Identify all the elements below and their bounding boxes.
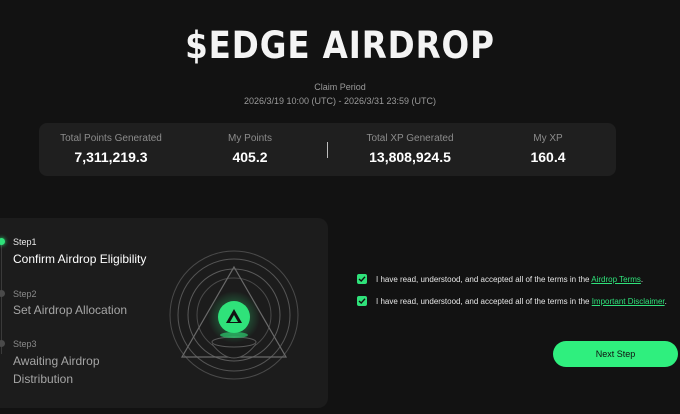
- step-3-title: Awaiting Airdrop Distribution: [13, 354, 100, 386]
- step-progress-line: [1, 244, 2, 354]
- stat-value: 13,808,924.5: [369, 149, 451, 165]
- check-icon: [358, 276, 366, 282]
- important-disclaimer-link[interactable]: Important Disclaimer: [592, 297, 665, 306]
- airdrop-terms-checkbox[interactable]: [357, 274, 367, 284]
- stat-value: 405.2: [232, 149, 268, 165]
- step-3-number: Step3: [13, 339, 37, 349]
- terms-statement: I have read, understood, and accepted al…: [376, 275, 592, 284]
- next-step-button[interactable]: Next Step: [553, 341, 678, 367]
- airdrop-page: $EDGE AIRDROP Claim Period 2026/3/19 10:…: [0, 0, 680, 414]
- terms-suffix: .: [664, 297, 667, 306]
- terms-statement: I have read, understood, and accepted al…: [376, 297, 592, 306]
- airdrop-terms-link[interactable]: Airdrop Terms: [591, 275, 641, 284]
- step-1-title: Confirm Airdrop Eligibility: [13, 252, 147, 266]
- claim-period-range: 2026/3/19 10:00 (UTC) - 2026/3/31 23:59 …: [243, 96, 437, 106]
- step-1-number: Step1: [13, 237, 37, 247]
- disclaimer-checkbox[interactable]: [357, 296, 367, 306]
- stat-value: 160.4: [530, 149, 566, 165]
- stats-divider: [327, 142, 328, 158]
- terms-suffix: .: [640, 275, 644, 284]
- terms-text: I have read, understood, and accepted al…: [376, 295, 676, 309]
- terms-text: I have read, understood, and accepted al…: [376, 273, 676, 287]
- stat-value: 7,311,219.3: [74, 149, 148, 165]
- stat-label: My Points: [228, 133, 272, 144]
- stat-total-xp: Total XP Generated 13,808,924.5: [335, 123, 485, 165]
- stat-label: My XP: [533, 133, 563, 144]
- stat-my-xp: My XP 160.4: [473, 123, 623, 165]
- check-icon: [358, 298, 366, 304]
- stat-total-points: Total Points Generated 7,311,219.3: [39, 123, 183, 165]
- airdrop-emblem: [164, 232, 324, 382]
- stat-my-points: My Points 405.2: [175, 123, 325, 165]
- stats-panel: Total Points Generated 7,311,219.3 My Po…: [39, 123, 616, 176]
- emblem-illustration: [169, 250, 299, 380]
- page-title: $EDGE AIRDROP: [185, 24, 495, 67]
- step-2-title: Set Airdrop Allocation: [13, 303, 128, 317]
- stat-label: Total XP Generated: [366, 133, 454, 144]
- stat-label: Total Points Generated: [60, 133, 162, 144]
- step-2-number: Step2: [13, 289, 37, 299]
- claim-period-label: Claim Period: [314, 82, 366, 92]
